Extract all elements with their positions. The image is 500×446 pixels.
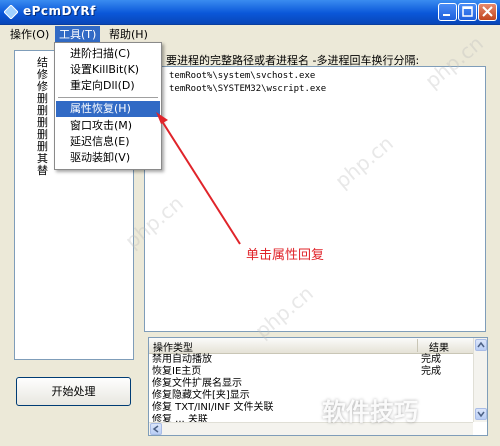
result-table[interactable]: 操作类型 结果 禁用自动播放 完成 恢复IE主页 完成 修复文件扩展名显示 修复… [148,337,488,436]
menu-item-window-attack[interactable]: 窗口攻击(M) [56,118,160,134]
row-type: 修复文件扩展名显示 [152,378,242,389]
row-result: 完成 [421,366,441,377]
column-divider [417,339,418,352]
process-line: temRoot%\SYSTEM32\wscript.exe [169,84,327,94]
menu-item-advanced-scan[interactable]: 进阶扫描(C) [56,46,160,62]
menu-item-redirect-dll[interactable]: 重定向Dll(D) [56,78,160,94]
menu-help[interactable]: 帮助(H) [105,26,152,43]
menu-item-delay-info[interactable]: 延迟信息(E) [56,134,160,150]
menu-operate[interactable]: 操作(O) [6,26,53,43]
table-row[interactable]: 修复文件扩展名显示 [149,378,473,390]
title-bar: ePcmDYRf [0,0,500,25]
menu-item-set-killbit[interactable]: 设置KillBit(K) [56,62,160,78]
row-result: 完成 [421,354,441,365]
table-row[interactable]: 恢复IE主页 完成 [149,366,473,378]
arrow-down-icon [477,411,485,418]
row-type: 修复隐藏文件[夹]显示 [152,390,250,401]
scroll-down-button[interactable] [475,408,487,420]
arrow-up-icon [477,341,485,348]
maximize-icon [462,6,473,17]
maximize-button[interactable] [458,3,477,21]
tools-dropdown-menu: 进阶扫描(C) 设置KillBit(K) 重定向Dll(D) 属性恢复(H) 窗… [54,42,162,170]
minimize-icon [443,14,450,16]
table-row[interactable]: 禁用自动播放 完成 [149,354,473,366]
row-type: 禁用自动播放 [152,354,212,365]
menu-item-attribute-restore[interactable]: 属性恢复(H) [56,101,160,117]
start-process-button[interactable]: 开始处理 [16,377,131,406]
menu-tools[interactable]: 工具(T) [55,26,101,43]
row-type: 修复 ... 关联 [152,414,208,422]
close-icon [482,6,493,17]
process-line: temRoot%\system\svchost.exe [169,71,316,81]
column-header-type[interactable]: 操作类型 [153,339,193,354]
column-header-result[interactable]: 结果 [429,339,449,354]
app-icon [4,5,18,19]
scroll-left-button[interactable] [150,423,162,435]
minimize-button[interactable] [438,3,457,21]
window-title: ePcmDYRf [23,4,96,18]
close-button[interactable] [478,3,497,21]
watermark-logo-text: 软件技巧 [322,398,418,426]
process-path-textarea[interactable]: temRoot%\system\svchost.exe temRoot%\SYS… [144,66,486,332]
annotation-text: 单击属性回复 [246,248,325,263]
menu-separator [58,97,158,98]
menu-item-driver-unload[interactable]: 驱动装卸(V) [56,150,160,166]
list-item[interactable]: 替 [37,162,48,178]
scroll-up-button[interactable] [475,339,487,351]
table-header: 操作类型 结果 [149,338,473,354]
vertical-scrollbar[interactable] [473,338,487,422]
arrow-left-icon [152,425,159,433]
row-type: 恢复IE主页 [152,366,202,377]
watermark-logo-icon [292,395,316,419]
horizontal-scrollbar[interactable] [149,422,473,435]
row-type: 修复 TXT/INI/INF 文件关联 [152,402,274,413]
